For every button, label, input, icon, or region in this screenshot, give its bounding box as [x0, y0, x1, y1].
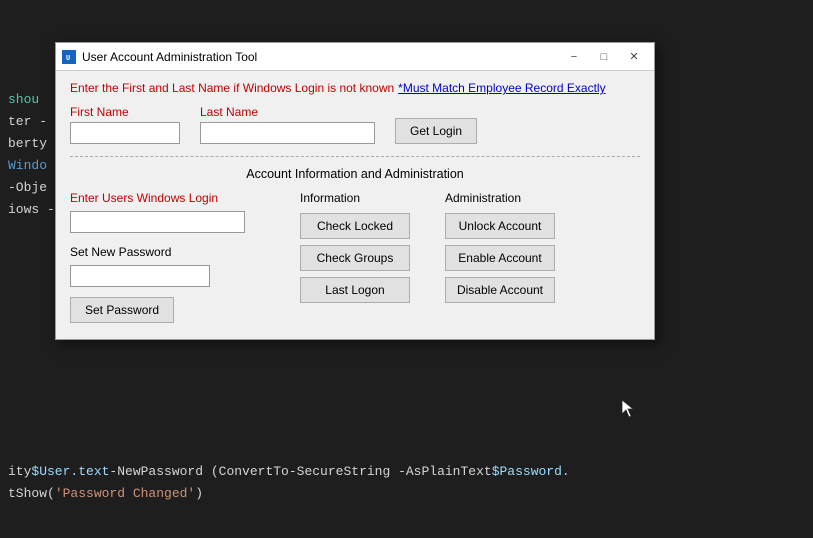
section-divider — [70, 156, 640, 157]
last-name-input[interactable] — [200, 122, 375, 144]
admin-column: Administration Unlock Account Enable Acc… — [445, 191, 590, 323]
svg-text:U: U — [66, 55, 70, 62]
account-body: Enter Users Windows Login Set New Passwo… — [70, 191, 640, 323]
enable-account-button[interactable]: Enable Account — [445, 245, 555, 271]
first-name-group: First Name — [70, 105, 180, 144]
name-row: First Name Last Name Get Login — [70, 105, 640, 144]
dialog-title: User Account Administration Tool — [82, 50, 257, 64]
first-name-label: First Name — [70, 105, 180, 119]
disable-account-button[interactable]: Disable Account — [445, 277, 555, 303]
get-login-button[interactable]: Get Login — [395, 118, 477, 144]
first-name-input[interactable] — [70, 122, 180, 144]
check-locked-button[interactable]: Check Locked — [300, 213, 410, 239]
minimize-button[interactable]: − — [560, 47, 588, 67]
new-password-input[interactable] — [70, 265, 210, 287]
windows-login-group: Enter Users Windows Login — [70, 191, 300, 245]
last-name-group: Last Name — [200, 105, 375, 144]
info-column-title: Information — [300, 191, 445, 205]
maximize-button[interactable]: □ — [590, 47, 618, 67]
instruction-note: *Must Match Employee Record Exactly — [398, 81, 605, 95]
check-groups-button[interactable]: Check Groups — [300, 245, 410, 271]
dialog-content: Enter the First and Last Name if Windows… — [56, 71, 654, 339]
last-name-label: Last Name — [200, 105, 375, 119]
windows-login-label: Enter Users Windows Login — [70, 191, 300, 205]
info-column: Information Check Locked Check Groups La… — [300, 191, 445, 323]
last-logon-button[interactable]: Last Logon — [300, 277, 410, 303]
close-button[interactable]: ✕ — [620, 47, 648, 67]
account-left: Enter Users Windows Login Set New Passwo… — [70, 191, 300, 323]
title-bar-left: U User Account Administration Tool — [62, 50, 257, 64]
unlock-account-button[interactable]: Unlock Account — [445, 213, 555, 239]
new-password-group: Set New Password — [70, 245, 300, 287]
account-section-title: Account Information and Administration — [70, 167, 640, 181]
new-password-label: Set New Password — [70, 245, 300, 259]
app-icon: U — [62, 50, 76, 64]
set-password-button[interactable]: Set Password — [70, 297, 174, 323]
dialog-window: U User Account Administration Tool − □ ✕… — [55, 42, 655, 340]
title-bar: U User Account Administration Tool − □ ✕ — [56, 43, 654, 71]
admin-column-title: Administration — [445, 191, 590, 205]
title-bar-controls: − □ ✕ — [560, 47, 648, 67]
instruction-text: Enter the First and Last Name if Windows… — [70, 81, 394, 95]
instruction-row: Enter the First and Last Name if Windows… — [70, 81, 640, 95]
windows-login-input[interactable] — [70, 211, 245, 233]
